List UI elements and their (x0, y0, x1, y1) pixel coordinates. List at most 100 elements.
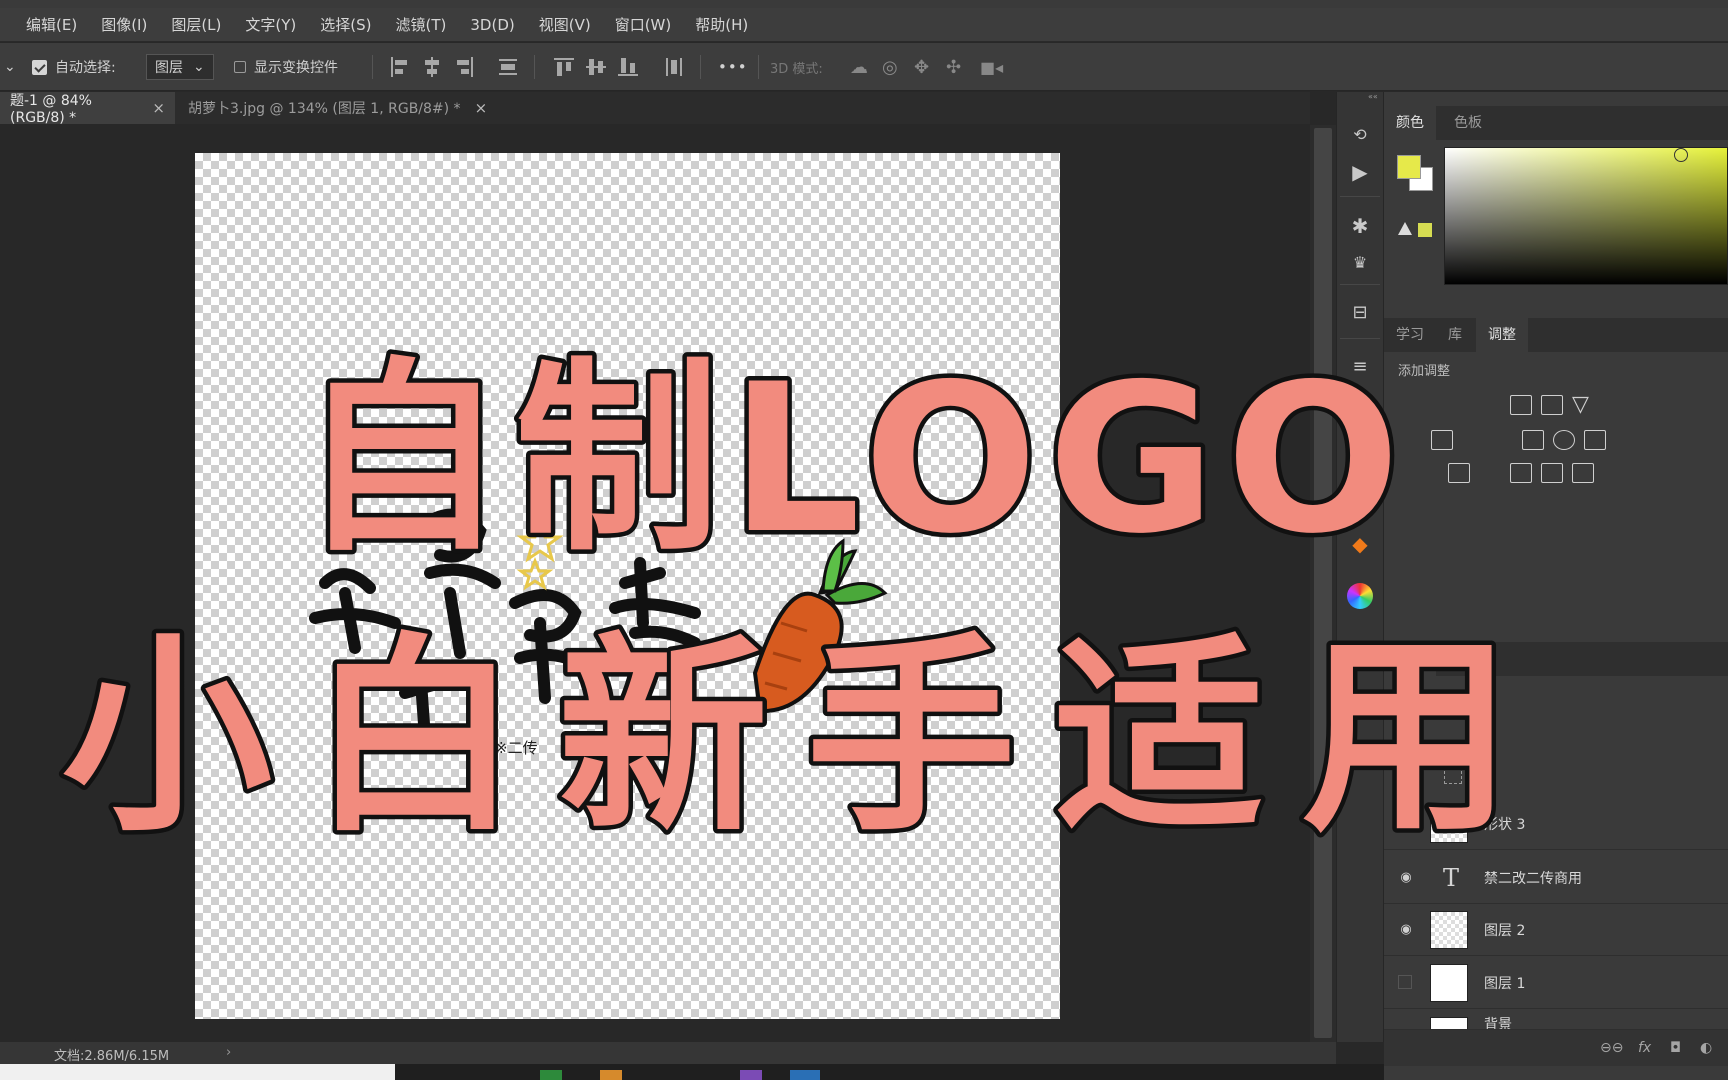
link-icon[interactable]: ⊖⊖ (1600, 1040, 1623, 1056)
visibility-eye-icon[interactable]: ◉ (1398, 816, 1414, 832)
layer-row[interactable]: 背景 (1384, 1010, 1728, 1030)
mask-icon[interactable]: ◘ (1670, 1040, 1681, 1056)
fx-button[interactable]: fx (1638, 1040, 1651, 1056)
scrollbar-thumb[interactable] (1314, 128, 1332, 1038)
menu-view[interactable]: 视图(V) (527, 8, 603, 42)
align-left-icon[interactable] (388, 55, 412, 79)
menu-help[interactable]: 帮助(H) (683, 8, 760, 42)
layer-name[interactable]: 图层 2 (1484, 920, 1525, 940)
auto-select-target-dropdown[interactable]: 图层 ⌄ (146, 54, 214, 80)
taskbar-search-area[interactable] (0, 1064, 395, 1080)
align-right-icon[interactable] (452, 55, 476, 79)
status-bar: 文档:2.86M/6.15M › (0, 1042, 1336, 1064)
layer-row[interactable]: ◉ T 禁二改二传商用 (1384, 852, 1728, 904)
tab-libraries[interactable]: 库 (1436, 318, 1474, 352)
visibility-toggle-off[interactable] (1398, 975, 1412, 989)
document-canvas[interactable]: ※二传 (195, 153, 1060, 1019)
menu-bar: 编辑(E) 图像(I) 图层(L) 文字(Y) 选择(S) 滤镜(T) 3D(D… (0, 8, 1728, 42)
tab-learn[interactable]: 学习 (1384, 318, 1436, 352)
more-options-button[interactable]: ••• (718, 43, 748, 91)
layer-row[interactable]: 图层 1 (1384, 957, 1728, 1009)
visibility-eye-icon[interactable]: ◉ (1398, 922, 1414, 938)
gamut-color-swatch[interactable] (1418, 223, 1432, 237)
adjust-icon[interactable]: ◐ (1700, 1040, 1712, 1056)
taskbar-app-icon[interactable] (740, 1070, 762, 1080)
close-icon[interactable]: × (475, 99, 488, 117)
brush-settings-icon[interactable]: ✱ (1346, 212, 1374, 240)
align-middle-v-icon[interactable] (584, 55, 608, 79)
tab-document-2[interactable]: 胡萝卜3.jpg @ 134% (图层 1, RGB/8#) * × (178, 92, 498, 124)
brushes-icon[interactable]: ♛ (1346, 248, 1374, 276)
layer-name[interactable]: 禁二改二传商用 (1484, 868, 1582, 888)
taskbar-app-icon[interactable] (600, 1070, 622, 1080)
actions-play-icon[interactable]: ▶ (1346, 158, 1374, 186)
3d-slide-icon[interactable]: ✣ (946, 43, 961, 91)
divider (700, 55, 701, 79)
close-icon[interactable]: × (152, 99, 165, 117)
color-picker-cursor[interactable] (1674, 148, 1688, 162)
properties-icon[interactable]: ⊟ (1346, 298, 1374, 326)
color-picker-field[interactable] (1444, 147, 1728, 285)
taskbar-app-icon[interactable] (540, 1070, 562, 1080)
menu-3d[interactable]: 3D(D) (458, 8, 526, 42)
gamut-warning-icon[interactable] (1398, 222, 1412, 235)
channel-mixer-icon[interactable] (1553, 430, 1575, 450)
layers-panel-tabs: 图层 通道 (1384, 642, 1728, 676)
photo-filter-icon[interactable] (1522, 430, 1544, 450)
gradient-map-icon[interactable] (1541, 463, 1563, 483)
collapse-panels-icon[interactable]: «« (1368, 92, 1384, 101)
lock-brush-icon[interactable]: ✎ (1470, 764, 1483, 783)
distribute-vertical-icon[interactable] (662, 55, 686, 79)
lock-transparent-icon[interactable] (1444, 766, 1462, 784)
adjustments-sliders-icon[interactable]: ≡ (1346, 352, 1374, 380)
menu-type[interactable]: 文字(Y) (233, 8, 308, 42)
align-bottom-icon[interactable] (616, 55, 640, 79)
layer-row[interactable]: ◉ 形状 3 (1384, 798, 1728, 850)
align-top-icon[interactable] (552, 55, 576, 79)
tab-adjustments[interactable]: 调整 (1476, 318, 1528, 352)
3d-roll-icon[interactable]: ◎ (882, 43, 898, 91)
plugin-cube-icon[interactable]: ◆ (1346, 530, 1374, 558)
taskbar-app-icon-active[interactable] (790, 1070, 820, 1080)
layer-kind-filter[interactable]: 类型 (1392, 692, 1512, 714)
tab-color[interactable]: 颜色 (1384, 106, 1436, 140)
selective-color-icon[interactable] (1572, 463, 1594, 483)
color-wheel-icon[interactable] (1346, 582, 1374, 610)
menu-select[interactable]: 选择(S) (308, 8, 383, 42)
tab-layers[interactable]: 图层 (1384, 642, 1436, 676)
layer-name[interactable]: 背景 (1484, 1014, 1512, 1029)
threshold-icon[interactable] (1510, 463, 1532, 483)
menu-image[interactable]: 图像(I) (89, 8, 159, 42)
menu-edit[interactable]: 编辑(E) (14, 8, 89, 42)
invert-icon[interactable] (1448, 463, 1470, 483)
visibility-eye-icon[interactable]: ◉ (1398, 870, 1414, 886)
menu-layer[interactable]: 图层(L) (159, 8, 233, 42)
layer-row[interactable]: ◉ 图层 2 (1384, 904, 1728, 956)
menu-filter[interactable]: 滤镜(T) (384, 8, 459, 42)
show-transform-checkbox[interactable] (234, 61, 246, 73)
layer-name[interactable]: 图层 1 (1484, 973, 1525, 993)
distribute-horizontal-icon[interactable] (496, 55, 520, 79)
auto-select-checkbox[interactable] (32, 59, 47, 75)
history-icon[interactable]: ⟲ (1346, 120, 1374, 148)
3d-drag-icon[interactable]: ✥ (914, 43, 929, 91)
layer-name[interactable]: 形状 3 (1484, 814, 1525, 834)
tab-swatches[interactable]: 色板 (1442, 106, 1494, 140)
3d-orbit-icon[interactable]: ☁ (850, 43, 868, 91)
curves-icon[interactable] (1510, 395, 1532, 415)
plugin-tools-icon[interactable]: ✕ (1346, 494, 1374, 522)
menu-window[interactable]: 窗口(W) (603, 8, 684, 42)
color-lookup-icon[interactable] (1584, 430, 1606, 450)
hue-saturation-icon[interactable] (1431, 430, 1453, 450)
tab-channels[interactable]: 通道 (1442, 642, 1494, 676)
align-center-h-icon[interactable] (420, 55, 444, 79)
foreground-color-swatch[interactable] (1397, 155, 1421, 179)
exposure-icon[interactable] (1541, 395, 1563, 415)
gradient-triangle-icon[interactable]: ▽ (1572, 392, 1589, 417)
divider (1340, 338, 1380, 339)
document-size[interactable]: 文档:2.86M/6.15M (54, 1045, 169, 1064)
tool-preset-chevron-icon[interactable]: ⌄ (4, 43, 16, 91)
tab-document-1[interactable]: 题-1 @ 84%(RGB/8) * × (0, 92, 175, 126)
status-menu-arrow[interactable]: › (226, 1045, 231, 1060)
3d-camera-icon[interactable]: ■◂ (980, 43, 1003, 91)
